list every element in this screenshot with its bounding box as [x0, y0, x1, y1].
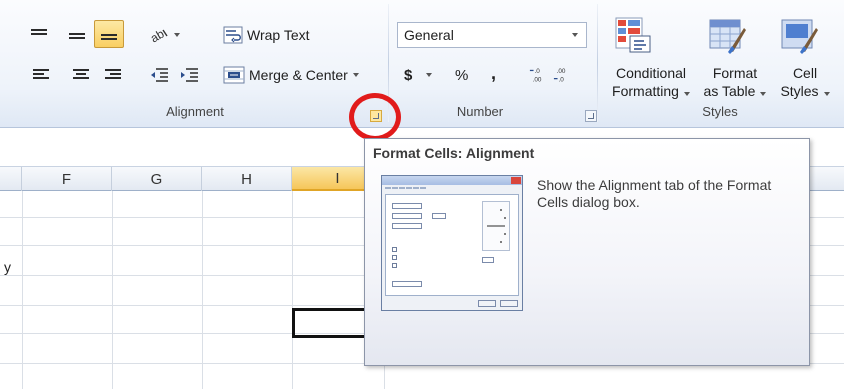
decrease-indent-button[interactable] — [148, 64, 170, 86]
chevron-down-icon — [683, 92, 690, 96]
tooltip-title: Format Cells: Alignment — [373, 145, 535, 161]
decrease-indent-icon — [151, 68, 168, 82]
dialog-preview-titlebar — [382, 176, 522, 185]
percent-button[interactable]: % — [454, 64, 469, 86]
close-icon — [511, 177, 521, 184]
increase-decimal-button[interactable]: .0.00 — [528, 64, 550, 86]
format-as-table-icon — [709, 19, 746, 54]
bottom-align-icon — [101, 27, 117, 41]
bottom-align-button[interactable] — [94, 20, 124, 48]
comma-symbol: , — [491, 62, 497, 83]
svg-text:.00: .00 — [557, 68, 566, 75]
column-header-h[interactable]: H — [202, 167, 292, 191]
top-align-button[interactable] — [28, 24, 50, 46]
chevron-down-icon — [174, 33, 180, 37]
wrap-text-button[interactable]: Wrap Text — [222, 24, 311, 46]
number-format-combo[interactable]: General — [397, 22, 587, 48]
column-header-f[interactable]: F — [22, 167, 112, 191]
wrap-text-label: Wrap Text — [247, 27, 310, 43]
tooltip: Format Cells: Alignment Show the Alignme… — [364, 138, 810, 366]
ribbon: ab Wrap Text Merge & Center Alignment Ge… — [0, 0, 844, 128]
number-group-label: Number — [456, 104, 504, 119]
svg-text:.0: .0 — [558, 76, 564, 83]
increase-indent-button[interactable] — [178, 64, 200, 86]
align-left-button[interactable] — [30, 64, 52, 86]
highlight-circle — [349, 93, 401, 141]
align-right-button[interactable] — [102, 64, 124, 86]
conditional-formatting-icon — [615, 17, 651, 53]
number-dialog-launcher[interactable] — [585, 110, 597, 122]
column-header-g[interactable]: G — [112, 167, 202, 191]
increase-indent-icon — [181, 68, 198, 82]
currency-button[interactable]: $ — [403, 64, 433, 86]
svg-text:.0: .0 — [534, 68, 540, 75]
chevron-down-icon — [823, 92, 830, 96]
chevron-down-icon — [572, 33, 578, 37]
top-align-icon — [31, 28, 47, 42]
cell-text-fragment: y — [4, 259, 11, 275]
svg-text:ab: ab — [149, 27, 167, 43]
alignment-group-label: Alignment — [166, 104, 224, 119]
center-icon — [73, 68, 89, 82]
column-header-partial[interactable] — [0, 167, 22, 191]
dialog-preview-thumbnail — [381, 175, 523, 311]
dialog-preview-tabs — [382, 185, 522, 189]
svg-text:.00: .00 — [533, 76, 542, 83]
dialog-preview-orientation — [482, 201, 510, 251]
format-as-table-label: Format as Table — [698, 64, 772, 100]
decrease-decimal-icon: .00.0 — [553, 68, 566, 83]
currency-symbol: $ — [404, 66, 413, 84]
tooltip-description: Show the Alignment tab of the Format Cel… — [537, 177, 772, 210]
middle-align-button[interactable] — [66, 24, 88, 46]
number-format-value: General — [404, 27, 454, 43]
wrap-text-icon — [223, 26, 243, 44]
middle-align-icon — [69, 28, 85, 42]
conditional-formatting-label: Conditional Formatting — [600, 64, 702, 100]
merge-center-label: Merge & Center — [249, 67, 348, 83]
chevron-down-icon — [760, 92, 767, 96]
align-left-icon — [33, 68, 49, 82]
orientation-icon: ab — [149, 27, 168, 43]
percent-symbol: % — [455, 66, 469, 84]
cell-styles-icon — [781, 19, 818, 54]
orientation-button[interactable]: ab — [148, 24, 184, 46]
center-button[interactable] — [70, 64, 92, 86]
cell-styles-label: Cell Styles — [770, 64, 840, 100]
chevron-down-icon — [426, 73, 433, 77]
align-right-icon — [105, 68, 121, 82]
merge-center-icon — [223, 66, 245, 84]
comma-button[interactable]: , — [490, 62, 497, 84]
decrease-decimal-button[interactable]: .00.0 — [552, 64, 574, 86]
increase-decimal-icon: .0.00 — [529, 68, 542, 83]
group-separator — [597, 4, 598, 122]
styles-group-label: Styles — [702, 104, 738, 119]
chevron-down-icon — [352, 73, 359, 77]
merge-center-button[interactable]: Merge & Center — [222, 64, 360, 86]
dialog-preview-body — [385, 194, 519, 296]
